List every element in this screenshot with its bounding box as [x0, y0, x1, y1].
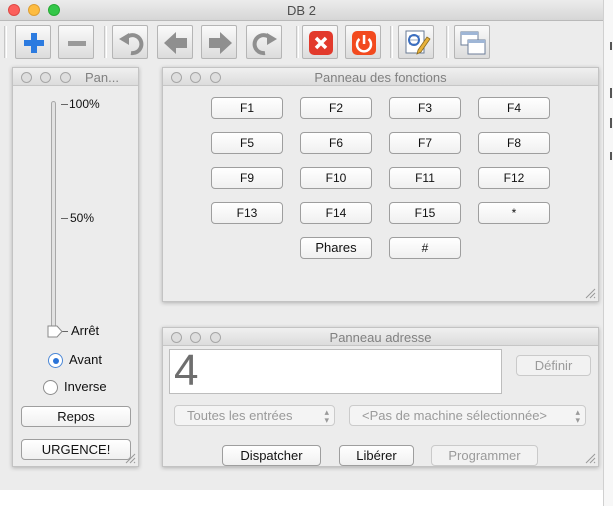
background-window-tick [610, 152, 612, 160]
address-panel: Panneau adresse 4 Définir Toutes les ent… [162, 327, 599, 467]
define-button[interactable]: Définir [516, 355, 591, 376]
speed-scale-max: 100% [69, 97, 100, 111]
speed-scale-tick-mid [61, 218, 68, 219]
panel-close-button[interactable] [21, 72, 32, 83]
title-bar: DB 2 [0, 0, 603, 21]
radio-reverse-label: Inverse [64, 379, 107, 394]
toolbar-grip[interactable] [296, 26, 299, 58]
function-button-f9[interactable]: F9 [211, 167, 283, 189]
toolbar-grip[interactable] [4, 26, 7, 58]
select-arrows-icon: ▴ ▾ [324, 407, 329, 425]
edit-icon [405, 30, 431, 55]
speed-panel-titlebar: Pan... [13, 68, 138, 86]
functions-panel-title: Panneau des fonctions [314, 70, 447, 85]
edit-button[interactable] [398, 25, 434, 59]
speed-panel-title: Pan... [85, 70, 119, 85]
resize-grip-icon[interactable] [585, 453, 596, 464]
resize-grip-icon[interactable] [585, 288, 596, 299]
power-button[interactable] [345, 25, 381, 59]
function-button-f2[interactable]: F2 [300, 97, 372, 119]
function-button-f10[interactable]: F10 [300, 167, 372, 189]
toolbar [0, 22, 603, 62]
radio-forward[interactable] [48, 353, 63, 368]
toolbar-grip[interactable] [446, 26, 449, 58]
repos-button[interactable]: Repos [21, 406, 131, 427]
speed-scale-mid: 50% [70, 211, 95, 225]
radio-forward-label: Avant [69, 352, 103, 367]
plus-icon [24, 33, 44, 53]
function-button-f14[interactable]: F14 [300, 202, 372, 224]
headlights-button[interactable]: Phares [300, 237, 372, 259]
function-button-hash[interactable]: # [389, 237, 461, 259]
function-button-star[interactable]: * [478, 202, 550, 224]
address-panel-titlebar: Panneau adresse [163, 328, 598, 346]
back-button[interactable] [157, 25, 193, 59]
address-input[interactable]: 4 [169, 346, 502, 395]
redo-button[interactable] [246, 25, 282, 59]
program-button[interactable]: Programmer [431, 445, 538, 466]
speed-scale-tick-max [61, 104, 68, 105]
function-button-f15[interactable]: F15 [389, 202, 461, 224]
main-window: DB 2 Pan... 100% 50% Arrêt Avant Inverse… [0, 0, 603, 490]
background-window-tick [610, 88, 612, 98]
redo-icon [252, 33, 277, 56]
function-button-f7[interactable]: F7 [389, 132, 461, 154]
radio-reverse[interactable] [43, 380, 58, 395]
entries-select[interactable]: Toutes les entrées ▴ ▾ [174, 405, 335, 426]
emergency-stop-button[interactable]: URGENCE! [21, 439, 131, 460]
minus-icon [68, 41, 86, 46]
toolbar-grip[interactable] [104, 26, 107, 58]
windows-button[interactable] [454, 25, 490, 59]
resize-grip-icon[interactable] [125, 453, 136, 464]
functions-panel-titlebar: Panneau des fonctions [163, 68, 598, 86]
function-button-f3[interactable]: F3 [389, 97, 461, 119]
function-button-f6[interactable]: F6 [300, 132, 372, 154]
remove-button[interactable] [58, 25, 94, 59]
speed-slider-track[interactable] [51, 101, 56, 331]
function-button-f8[interactable]: F8 [478, 132, 550, 154]
function-button-f11[interactable]: F11 [389, 167, 461, 189]
address-panel-title: Panneau adresse [329, 330, 432, 345]
function-button-f1[interactable]: F1 [211, 97, 283, 119]
background-window-tick [610, 118, 612, 128]
panel-minimize-button[interactable] [40, 72, 51, 83]
function-button-f12[interactable]: F12 [478, 167, 550, 189]
dispatch-button[interactable]: Dispatcher [222, 445, 321, 466]
release-button[interactable]: Libérer [339, 445, 414, 466]
window-title: DB 2 [287, 3, 316, 18]
entries-select-value: Toutes les entrées [187, 408, 293, 423]
windows-icon [460, 31, 486, 55]
select-arrows-icon: ▴ ▾ [575, 407, 580, 425]
forward-button[interactable] [201, 25, 237, 59]
speed-slider-thumb[interactable] [47, 325, 63, 338]
add-button[interactable] [15, 25, 51, 59]
stop-icon [309, 31, 333, 55]
function-button-f5[interactable]: F5 [211, 132, 283, 154]
arrow-left-icon [164, 32, 187, 54]
address-value: 4 [174, 346, 199, 395]
machine-select[interactable]: <Pas de machine sélectionnée> ▴ ▾ [349, 405, 586, 426]
machine-select-value: <Pas de machine sélectionnée> [362, 408, 548, 423]
background-window-edge [603, 0, 613, 506]
speed-scale-min: Arrêt [71, 323, 100, 338]
power-icon [352, 31, 376, 55]
function-button-f13[interactable]: F13 [211, 202, 283, 224]
background-window-tick [610, 42, 612, 50]
functions-panel: Panneau des fonctions F1 F2 F3 F4 F5 F6 … [162, 67, 599, 302]
panel-maximize-button[interactable] [60, 72, 71, 83]
stop-all-button[interactable] [302, 25, 338, 59]
speed-panel: Pan... 100% 50% Arrêt Avant Inverse Repo… [12, 67, 139, 467]
undo-icon [119, 33, 144, 56]
undo-button[interactable] [112, 25, 148, 59]
arrow-right-icon [209, 32, 232, 54]
toolbar-grip[interactable] [390, 26, 393, 58]
function-button-f4[interactable]: F4 [478, 97, 550, 119]
